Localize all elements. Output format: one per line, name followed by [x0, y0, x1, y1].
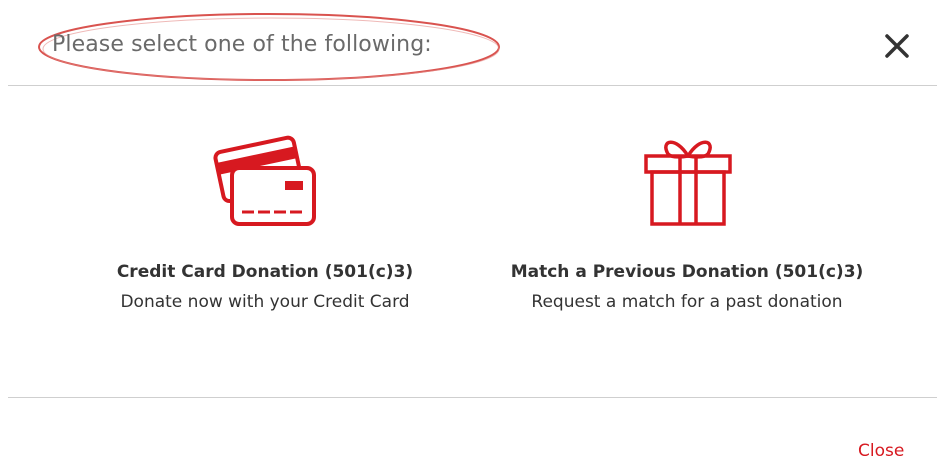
footer-divider: [8, 397, 937, 398]
match-previous-donation-option[interactable]: Match a Previous Donation (501(c)3) Requ…: [507, 126, 867, 326]
header-divider: [8, 85, 937, 86]
credit-card-option-subtitle: Donate now with your Credit Card: [120, 292, 410, 312]
close-button[interactable]: Close: [858, 443, 904, 460]
modal-header: Please select one of the following:: [0, 0, 937, 86]
gift-icon: [644, 140, 732, 226]
modal-title: Please select one of the following:: [52, 32, 432, 57]
match-option-title: Match a Previous Donation (501(c)3): [510, 262, 864, 282]
credit-card-icon: [213, 135, 316, 226]
select-option-modal: Please select one of the following: Cred…: [0, 0, 937, 464]
close-icon[interactable]: [879, 28, 917, 66]
match-option-subtitle: Request a match for a past donation: [531, 292, 843, 312]
title-annotation: Please select one of the following:: [36, 10, 506, 86]
credit-card-donation-option[interactable]: Credit Card Donation (501(c)3) Donate no…: [85, 126, 445, 326]
credit-card-option-title: Credit Card Donation (501(c)3): [116, 262, 414, 282]
